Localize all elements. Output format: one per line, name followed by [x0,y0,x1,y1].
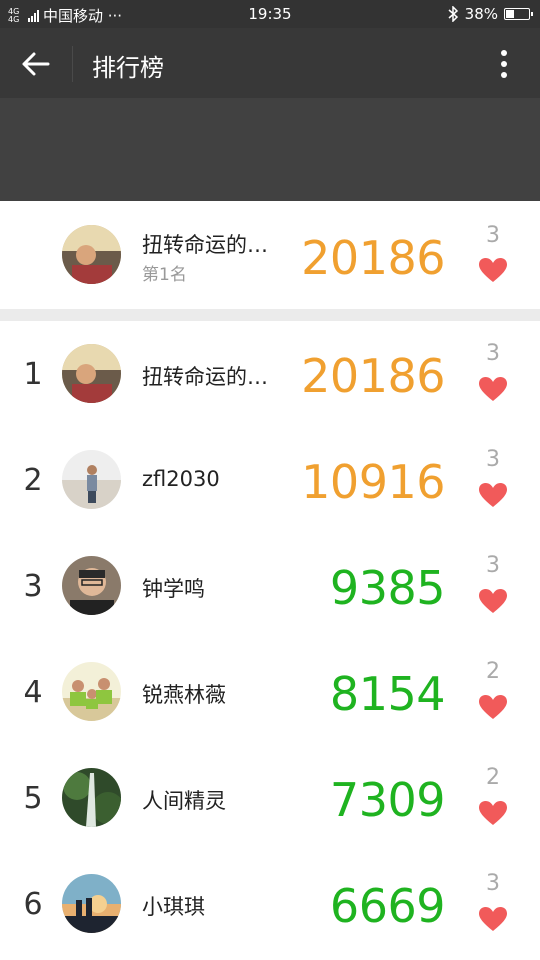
like-count: 2 [486,765,500,790]
heart-icon [479,483,507,507]
user-name: 锐燕林薇 [142,683,226,707]
like-count: 3 [486,447,500,472]
step-count: 8154 [329,667,446,721]
avatar[interactable] [62,556,121,615]
like-count: 3 [486,553,500,578]
avatar[interactable] [62,874,121,933]
bluetooth-icon [448,6,458,22]
avatar[interactable] [62,225,121,284]
heart-icon [479,907,507,931]
battery-percent: 38% [464,5,498,23]
back-button[interactable] [18,48,54,80]
rank-row[interactable]: 3 钟学鸣 9385 3 [0,533,540,639]
heart-icon [479,258,507,282]
rank-row[interactable]: 2 zfl2030 10916 3 [0,427,540,533]
step-count: 7309 [329,773,446,827]
toolbar-divider [72,46,73,82]
like-button[interactable] [478,482,508,508]
my-steps: 20186 [301,231,445,285]
user-name: 人间精灵 [142,789,226,813]
my-like-button[interactable] [478,257,508,283]
more-button[interactable] [488,46,520,82]
user-name: 钟学鸣 [142,577,205,601]
rank-row[interactable]: 6 小琪琪 6669 3 [0,851,540,957]
status-right: 38% [447,5,533,23]
like-button[interactable] [478,906,508,932]
like-button[interactable] [478,694,508,720]
my-name: 扭转命运的… [142,233,268,257]
page-title: 排行榜 [92,54,164,82]
rank-number: 6 [23,887,43,922]
user-name: 小琪琪 [142,895,205,919]
avatar[interactable] [62,450,121,509]
section-divider [0,309,540,321]
my-rank-card[interactable]: 扭转命运的… 第1名 20186 3 [0,201,540,309]
like-count: 3 [486,871,500,896]
like-count: 2 [486,659,500,684]
rank-row[interactable]: 1 扭转命运的… 20186 3 [0,321,540,427]
step-count: 9385 [329,561,446,615]
app-toolbar: 排行榜 [0,28,540,98]
step-count: 6669 [329,879,446,933]
heart-icon [479,589,507,613]
battery-icon [504,8,533,20]
avatar[interactable] [62,768,121,827]
avatar[interactable] [62,344,121,403]
step-count: 10916 [301,455,445,509]
my-like-count: 3 [486,223,500,248]
header-banner [0,98,540,201]
rank-number: 3 [23,569,43,604]
like-button[interactable] [478,376,508,402]
heart-icon [479,377,507,401]
user-name: zfl2030 [142,467,220,491]
rank-number: 1 [23,357,43,392]
like-button[interactable] [478,800,508,826]
ranking-list: 1 扭转命运的… 20186 3 2 zfl2030 10916 3 3 钟学鸣… [0,321,540,957]
like-count: 3 [486,341,500,366]
arrow-left-icon [22,52,50,76]
more-vertical-icon [501,50,507,78]
heart-icon [479,801,507,825]
rank-row[interactable]: 4 锐燕林薇 8154 2 [0,639,540,745]
my-rank-label: 第1名 [142,265,187,285]
heart-icon [479,695,507,719]
rank-number: 5 [23,781,43,816]
status-bar: 4G 4G 中国移动 ··· 19:35 38% [0,0,540,28]
rank-row[interactable]: 5 人间精灵 7309 2 [0,745,540,851]
step-count: 20186 [301,349,445,403]
rank-number: 2 [23,463,43,498]
avatar[interactable] [62,662,121,721]
like-button[interactable] [478,588,508,614]
user-name: 扭转命运的… [142,365,268,389]
rank-number: 4 [23,675,43,710]
